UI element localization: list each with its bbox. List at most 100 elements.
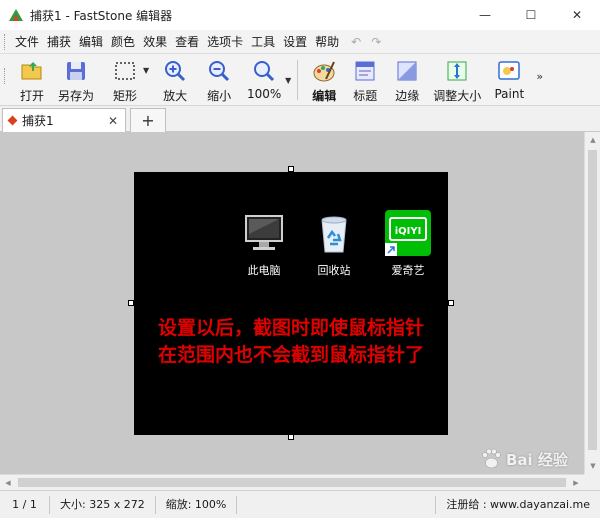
- zoom-in-button[interactable]: 放大: [153, 54, 197, 104]
- iqiyi-badge-text: iQIYI: [395, 226, 422, 237]
- toolbar-overflow-icon[interactable]: »: [536, 70, 543, 83]
- resize-handle-right[interactable]: [448, 300, 454, 306]
- menu-grip: [4, 33, 7, 50]
- resize-label: 调整大小: [433, 89, 482, 103]
- resize-handle-left[interactable]: [128, 300, 134, 306]
- minimize-button[interactable]: —: [462, 0, 508, 30]
- minimize-icon: —: [479, 8, 491, 22]
- scroll-left-icon[interactable]: ◀: [0, 475, 16, 491]
- horizontal-scrollbar[interactable]: ◀ ▶: [0, 474, 584, 490]
- vertical-scrollbar[interactable]: ▲ ▼: [584, 132, 600, 474]
- save-as-label: 另存为: [57, 89, 94, 103]
- caption-label: 标题: [353, 89, 378, 103]
- maximize-button[interactable]: ☐: [508, 0, 554, 30]
- menu-color[interactable]: 颜色: [107, 30, 139, 54]
- zoom-level-label: 100%: [247, 87, 282, 101]
- menu-file[interactable]: 文件: [11, 30, 43, 54]
- edit-palette-icon: [313, 61, 336, 82]
- zoom-level-button[interactable]: 100%: [241, 54, 287, 104]
- maximize-icon: ☐: [525, 8, 537, 22]
- app-logo-icon: [9, 9, 23, 21]
- recycle-bin-icon: [321, 216, 347, 253]
- iqiyi-icon: iQIYI: [385, 210, 431, 256]
- open-label: 打开: [19, 89, 44, 103]
- baidu-paw-icon: [482, 448, 501, 469]
- rectangle-dropdown-icon[interactable]: ▼: [143, 66, 149, 75]
- zoom-dropdown-icon[interactable]: ▼: [285, 76, 291, 85]
- tab-close-icon[interactable]: ✕: [105, 114, 121, 128]
- rectangle-button[interactable]: 矩形: [105, 54, 145, 104]
- status-page: 1 / 1: [0, 495, 50, 514]
- zoom-level-icon: [254, 61, 275, 82]
- canvas-area[interactable]: 此电脑 回收站 iQIYI 爱奇艺 设置以后，截图时即使鼠标指针 在范围内也不会…: [0, 132, 584, 474]
- horizontal-scroll-thumb[interactable]: [18, 478, 566, 487]
- paint-label: Paint: [494, 87, 525, 101]
- tab-modified-icon: [7, 115, 18, 126]
- resize-button[interactable]: 调整大小: [428, 54, 486, 104]
- menu-view[interactable]: 查看: [171, 30, 203, 54]
- desktop-icon-label: 此电脑: [247, 264, 281, 277]
- desktop-icon-this-pc: 此电脑: [234, 212, 294, 278]
- zoom-out-icon: [209, 61, 230, 82]
- edge-label: 边缘: [395, 89, 420, 103]
- toolbar-grip: [4, 68, 7, 84]
- zoom-out-button[interactable]: 缩小: [197, 54, 241, 104]
- zoom-in-icon: [165, 61, 186, 82]
- scrollbar-corner: [584, 474, 600, 490]
- edge-icon: [397, 61, 417, 81]
- captured-image[interactable]: 此电脑 回收站 iQIYI 爱奇艺 设置以后，截图时即使鼠标指针 在范围内也不会…: [134, 172, 448, 435]
- edit-button[interactable]: 编辑: [304, 54, 344, 104]
- open-button[interactable]: 打开: [11, 54, 53, 104]
- open-folder-icon: [21, 62, 42, 80]
- edge-button[interactable]: 边缘: [386, 54, 428, 104]
- save-disk-icon: [67, 62, 85, 80]
- add-tab-button[interactable]: +: [130, 108, 166, 132]
- menu-tabs[interactable]: 选项卡: [203, 30, 247, 54]
- watermark-text: Bai 经验: [506, 450, 568, 469]
- watermark: Bai 经验: [480, 448, 568, 470]
- toolbar-separator: [297, 60, 299, 100]
- vertical-scroll-thumb[interactable]: [588, 150, 597, 450]
- title-bar: 捕获1 - FastStone 编辑器 — ☐ ✕: [0, 0, 600, 30]
- close-icon: ✕: [571, 8, 583, 22]
- paint-button[interactable]: Paint: [488, 54, 530, 104]
- desktop-icon-recycle-bin: 回收站: [304, 212, 364, 278]
- menu-capture[interactable]: 捕获: [43, 30, 75, 54]
- desktop-icon-label: 回收站: [317, 264, 351, 277]
- tab-capture1[interactable]: 捕获1 ✕: [2, 108, 126, 132]
- rectangle-label: 矩形: [112, 89, 137, 103]
- caption-button[interactable]: 标题: [344, 54, 386, 104]
- plus-icon: +: [141, 111, 155, 130]
- computer-icon: [245, 215, 283, 250]
- resize-handle-top[interactable]: [288, 166, 294, 172]
- status-registration: 注册给 : www.dayanzai.me: [435, 495, 600, 514]
- scroll-right-icon[interactable]: ▶: [568, 475, 584, 491]
- zoom-out-label: 缩小: [207, 89, 232, 103]
- scroll-up-icon[interactable]: ▲: [585, 132, 600, 148]
- status-zoom: 缩放: 100%: [156, 495, 238, 514]
- menu-bar: 文件 捕获 编辑 颜色 效果 查看 选项卡 工具 设置 帮助 ↶ ↷: [0, 30, 600, 54]
- save-as-button[interactable]: 另存为: [53, 54, 99, 104]
- menu-effects[interactable]: 效果: [139, 30, 171, 54]
- tab-label: 捕获1: [22, 114, 54, 128]
- tab-bar: 捕获1 ✕ +: [0, 106, 600, 132]
- close-button[interactable]: ✕: [554, 0, 600, 30]
- scroll-down-icon[interactable]: ▼: [585, 458, 600, 474]
- undo-icon[interactable]: ↶: [351, 35, 361, 49]
- toolbar: 打开 另存为 矩形 ▼ 放大 缩小 100% ▼ 编辑 标题 边缘 调整大小 P…: [0, 54, 600, 106]
- zoom-in-label: 放大: [163, 89, 188, 103]
- caption-icon: [355, 61, 375, 81]
- status-image-size: 大小: 325 x 272: [50, 495, 156, 514]
- menu-edit[interactable]: 编辑: [75, 30, 107, 54]
- resize-handle-bottom[interactable]: [288, 434, 294, 440]
- annotation-text-line1: 设置以后，截图时即使鼠标指针: [157, 317, 424, 339]
- edit-label: 编辑: [312, 89, 337, 103]
- status-bar: 1 / 1 大小: 325 x 272 缩放: 100% 注册给 : www.d…: [0, 490, 600, 518]
- menu-settings[interactable]: 设置: [279, 30, 311, 54]
- desktop-icon-label: 爱奇艺: [391, 264, 425, 277]
- rectangle-select-icon: [115, 62, 135, 80]
- menu-help[interactable]: 帮助: [311, 30, 343, 54]
- menu-tools[interactable]: 工具: [247, 30, 279, 54]
- redo-icon[interactable]: ↷: [371, 35, 381, 49]
- annotation-text-line2: 在范围内也不会截到鼠标指针了: [157, 344, 424, 366]
